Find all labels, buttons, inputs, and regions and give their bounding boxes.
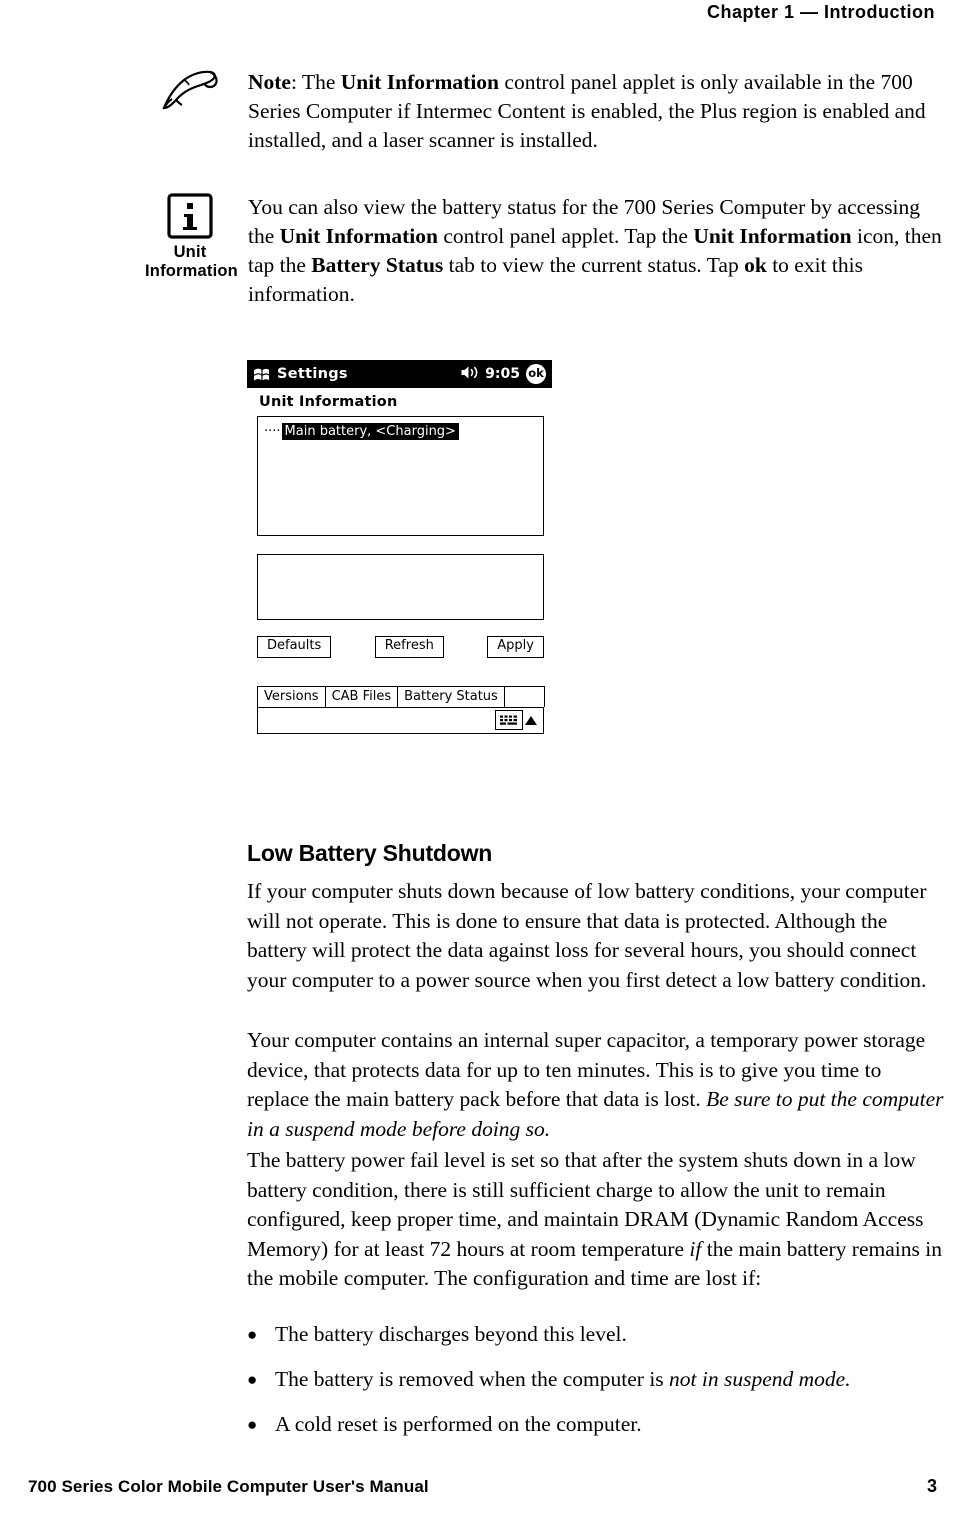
tree-item-label[interactable]: Main battery, <Charging> bbox=[281, 423, 459, 440]
note-block-1: Note: The Unit Information control panel… bbox=[145, 68, 945, 155]
page-header: Chapter 1 — Introduction bbox=[0, 0, 973, 32]
chapter-title: Chapter 1 — Introduction bbox=[707, 2, 935, 22]
keyboard-icon[interactable] bbox=[495, 710, 523, 731]
list-item: ● The battery is removed when the comput… bbox=[247, 1365, 947, 1395]
pda-title: Settings bbox=[277, 366, 348, 382]
bullet-text-1: The battery discharges beyond this level… bbox=[275, 1322, 627, 1346]
tree-connector: ···· bbox=[264, 424, 281, 439]
pencil-note-icon bbox=[145, 68, 235, 112]
pda-button-row: Defaults Refresh Apply bbox=[257, 636, 544, 658]
bullet-text-3: A cold reset is performed on the compute… bbox=[275, 1412, 642, 1436]
tab-versions[interactable]: Versions bbox=[257, 685, 326, 707]
refresh-button[interactable]: Refresh bbox=[374, 636, 444, 658]
defaults-button[interactable]: Defaults bbox=[257, 636, 332, 658]
pda-body: Unit Information ···· Main battery, <Cha… bbox=[247, 388, 552, 734]
pda-titlebar-right: 9:05 ok bbox=[460, 364, 548, 384]
info-icon-caption-line2: Information bbox=[145, 262, 238, 280]
pda-clock: 9:05 bbox=[485, 366, 520, 382]
bullet-icon: ● bbox=[247, 1325, 258, 1344]
bullet-icon: ● bbox=[247, 1415, 258, 1434]
tab-battery-status[interactable]: Battery Status bbox=[397, 685, 505, 707]
paragraph-1: If your computer shuts down because of l… bbox=[247, 879, 927, 992]
speaker-icon[interactable] bbox=[460, 365, 479, 384]
bullet-icon: ● bbox=[247, 1370, 258, 1389]
list-item: ● A cold reset is performed on the compu… bbox=[247, 1410, 947, 1440]
footer-page-number: 3 bbox=[926, 1476, 937, 1496]
pda-tab-row: Versions CAB Files Battery Status bbox=[257, 685, 545, 707]
pda-screenshot: Settings 9:05 ok Unit Information ···· M… bbox=[247, 360, 552, 734]
ok-button[interactable]: ok bbox=[526, 364, 546, 384]
pda-statusbar bbox=[257, 706, 544, 734]
section-title: Low Battery Shutdown bbox=[247, 840, 493, 866]
tab-filler bbox=[503, 685, 545, 707]
detail-textbox[interactable] bbox=[257, 554, 544, 620]
info-icon-caption: Unit Information bbox=[145, 243, 238, 281]
note-2-text: You can also view the battery status for… bbox=[248, 195, 942, 306]
list-item: ● The battery discharges beyond this lev… bbox=[247, 1320, 947, 1350]
paragraph-3: The battery power fail level is set so t… bbox=[247, 1148, 942, 1290]
document-page: Chapter 1 — Introduction Note: The Unit … bbox=[0, 0, 973, 1519]
bullet-text-2: The battery is removed when the computer… bbox=[275, 1367, 851, 1391]
chevron-up-icon[interactable] bbox=[525, 715, 537, 725]
note-block-2: Unit Information You can also view the b… bbox=[145, 193, 945, 309]
tab-cab-files[interactable]: CAB Files bbox=[324, 685, 399, 707]
apply-button[interactable]: Apply bbox=[487, 636, 544, 658]
footer-manual-title: 700 Series Color Mobile Computer User's … bbox=[28, 1477, 429, 1496]
info-icon-caption-line1: Unit bbox=[173, 243, 207, 261]
battery-tree-listbox[interactable]: ···· Main battery, <Charging> bbox=[257, 416, 544, 536]
info-icon: Unit Information bbox=[145, 193, 238, 281]
tree-row[interactable]: ···· Main battery, <Charging> bbox=[264, 423, 459, 440]
windows-start-icon[interactable] bbox=[251, 365, 271, 383]
pda-titlebar: Settings 9:05 ok bbox=[247, 360, 552, 388]
note-1-text: Note: The Unit Information control panel… bbox=[248, 70, 926, 152]
paragraph-2: Your computer contains an internal super… bbox=[247, 1028, 944, 1141]
pda-page-title: Unit Information bbox=[259, 394, 398, 410]
